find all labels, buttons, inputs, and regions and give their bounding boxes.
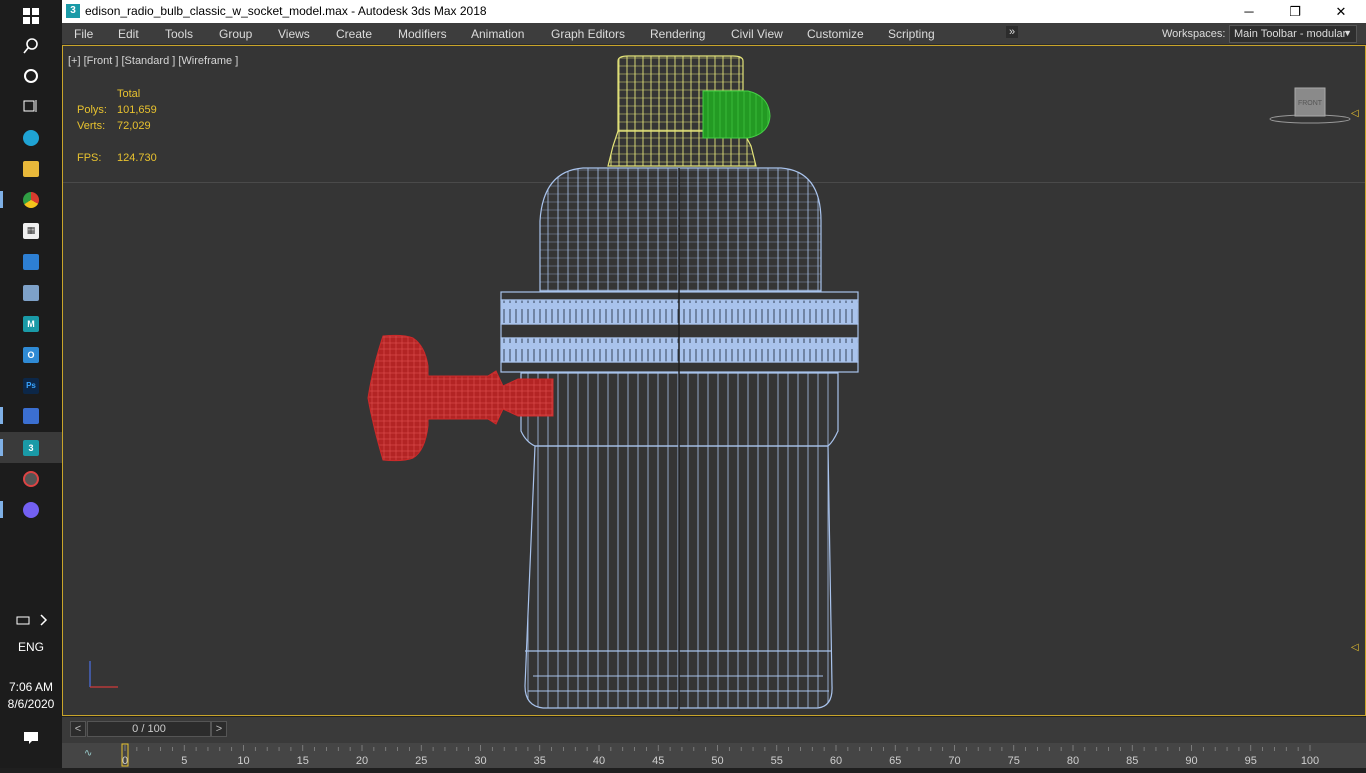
menu-civil-view[interactable]: Civil View (731, 27, 783, 41)
wireframe-model[interactable] (63, 46, 1366, 716)
front-viewport[interactable]: [+] [Front ] [Standard ] [Wireframe ] To… (62, 45, 1366, 716)
tray-expand-icon[interactable] (0, 604, 62, 635)
timeline-tick-label: 55 (771, 755, 783, 767)
next-frame-button[interactable]: > (211, 721, 227, 737)
workspace-value: Main Toolbar - modular (1234, 28, 1347, 40)
edge-icon[interactable] (0, 122, 62, 153)
fps-value: 124.730 (117, 152, 157, 164)
timeline-tick-label: 85 (1126, 755, 1138, 767)
viewport-marker-bottom: ◁ (1351, 642, 1359, 653)
window-title: edison_radio_bulb_classic_w_socket_model… (85, 4, 487, 18)
menu-modifiers[interactable]: Modifiers (398, 27, 447, 41)
menu-tools[interactable]: Tools (165, 27, 193, 41)
viber-icon[interactable] (0, 494, 62, 525)
maya-icon[interactable]: M (0, 308, 62, 339)
outlook-icon[interactable]: O (0, 339, 62, 370)
viewport-marker-top: ◁ (1351, 108, 1359, 119)
timeline-tick-label: 10 (237, 755, 249, 767)
menu-animation[interactable]: Animation (471, 27, 524, 41)
time-slider[interactable]: 0 / 100 (87, 721, 211, 737)
minimize-button[interactable]: ─ (1226, 0, 1272, 23)
3dsmax-icon[interactable]: 3 (0, 432, 62, 463)
timeline-tick-label: 80 (1067, 755, 1079, 767)
menu-overflow-button[interactable]: » (1006, 26, 1019, 38)
previous-frame-button[interactable]: < (70, 721, 86, 737)
axis-gizmo-icon (89, 661, 118, 688)
app-icon[interactable]: 3 (66, 4, 80, 18)
timeline-tick-label: 75 (1008, 755, 1020, 767)
timeline-track[interactable]: 0 5 10 15 20 25 30 35 40 45 50 55 60 65 70 75 80 85 90 95 10… (62, 743, 1366, 768)
timeline-tick-label: 20 (356, 755, 368, 767)
chrome-icon[interactable] (0, 184, 62, 215)
timeline-tick-label: 40 (593, 755, 605, 767)
menu-file[interactable]: File (74, 27, 93, 41)
clock-time: 7:06 AM (8, 680, 54, 694)
stats-header: Total (117, 88, 141, 100)
close-button[interactable]: ✕ (1318, 0, 1364, 23)
timeline-tick-label: 50 (711, 755, 723, 767)
timeline-tick-label: 95 (1245, 755, 1257, 767)
timeline-tick-label: 100 (1301, 755, 1319, 767)
timeline-tick-label: 70 (948, 755, 960, 767)
menu-edit[interactable]: Edit (118, 27, 139, 41)
chevron-down-icon: ▼ (1343, 28, 1352, 38)
menu-create[interactable]: Create (336, 27, 372, 41)
timeline-tick-label: 15 (297, 755, 309, 767)
store-icon[interactable]: ▦ (0, 215, 62, 246)
viewcube[interactable]: FRONT (1268, 86, 1358, 126)
timeline-tick-label: 5 (181, 755, 187, 767)
title-bar: 3 edison_radio_bulb_classic_w_socket_mod… (62, 0, 1366, 23)
windows-taskbar: ▦ M O Ps 3 ENG 7:06 AM 8/6/2020 (0, 0, 62, 768)
fps-label: FPS: (77, 152, 102, 164)
viewport-label[interactable]: [+] [Front ] [Standard ] [Wireframe ] (68, 55, 238, 67)
menu-rendering[interactable]: Rendering (650, 27, 705, 41)
menu-group[interactable]: Group (219, 27, 252, 41)
save-app-icon[interactable] (0, 400, 62, 431)
menu-scripting[interactable]: Scripting (888, 27, 935, 41)
photoshop-icon[interactable]: Ps (0, 370, 62, 401)
timeline-tick-label: 45 (652, 755, 664, 767)
workspace-dropdown[interactable]: Main Toolbar - modular ▼ (1229, 25, 1357, 43)
menu-bar: File Edit Tools Group Views Create Modif… (62, 23, 1366, 45)
notifications-icon[interactable] (0, 722, 62, 753)
verts-label: Verts: (77, 120, 106, 132)
timeline-tick-label: 35 (534, 755, 546, 767)
windows-start-icon[interactable] (0, 0, 62, 31)
menu-views[interactable]: Views (278, 27, 310, 41)
file-explorer-icon[interactable] (0, 153, 62, 184)
time-bar: < 0 / 100 > 0 5 10 15 20 25 30 35 40 45 50 55 60 65 70… (62, 717, 1366, 768)
mini-curve-editor-icon[interactable]: ∿ (84, 748, 92, 759)
socket-wireframe[interactable] (500, 167, 859, 711)
language-indicator[interactable]: ENG (0, 640, 62, 654)
timeline-tick-label: 60 (830, 755, 842, 767)
cortana-icon[interactable] (0, 60, 62, 91)
task-view-icon[interactable] (0, 90, 62, 121)
timeline-tick-label: 65 (889, 755, 901, 767)
menu-graph-editors[interactable]: Graph Editors (551, 27, 625, 41)
timeline-ruler: 0 5 10 15 20 25 30 35 40 45 50 55 60 65 70 75 80 85 90 95 10… (121, 743, 1319, 767)
timeline-tick-label: 30 (474, 755, 486, 767)
switch-wireframe[interactable] (702, 90, 771, 139)
clock-date: 8/6/2020 (7, 697, 55, 711)
media-icon[interactable] (0, 463, 62, 494)
remote-desktop-icon[interactable] (0, 246, 62, 277)
verts-count: 72,029 (117, 120, 151, 132)
statistics-overlay: Total Polys: 101,659 Verts: 72,029 FPS: 124… (77, 86, 157, 166)
menu-customize[interactable]: Customize (807, 27, 864, 41)
search-icon[interactable] (0, 30, 62, 61)
clock[interactable]: 7:06 AM 8/6/2020 (0, 679, 62, 713)
timeline-tick-label: 90 (1185, 755, 1197, 767)
polys-label: Polys: (77, 104, 107, 116)
polys-count: 101,659 (117, 104, 157, 116)
viewcube-face-label: FRONT (1298, 100, 1323, 107)
workspaces-label: Workspaces: (1162, 28, 1226, 40)
timeline-tick-label: 0 (122, 755, 128, 767)
photos-icon[interactable] (0, 277, 62, 308)
timeline-tick-label: 25 (415, 755, 427, 767)
restore-button[interactable]: ❐ (1272, 0, 1318, 23)
